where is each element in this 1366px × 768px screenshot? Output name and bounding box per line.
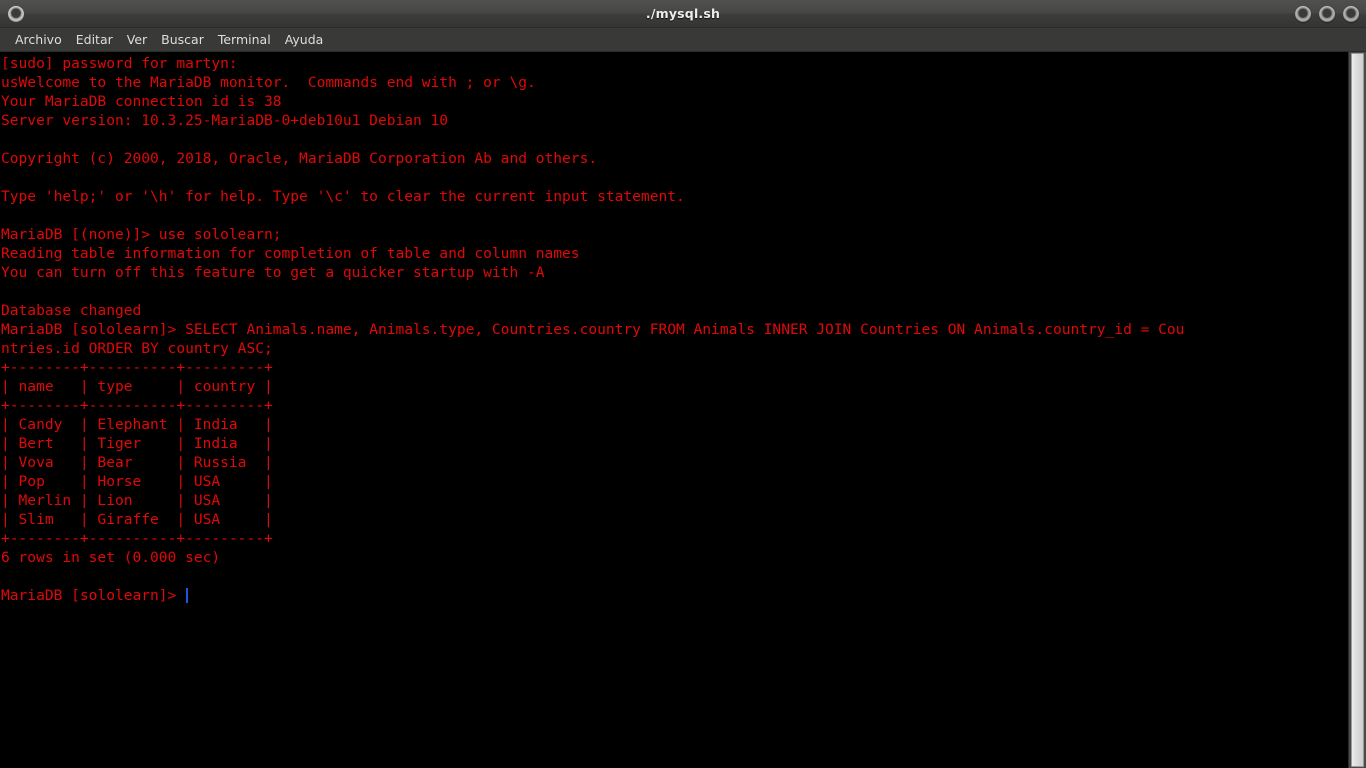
menu-item-terminal[interactable]: Terminal — [211, 30, 278, 49]
maximize-button[interactable] — [1319, 6, 1335, 22]
scrollbar-thumb[interactable] — [1351, 53, 1364, 767]
terminal-line: | Vova | Bear | Russia | — [1, 454, 273, 471]
menu-item-editar[interactable]: Editar — [69, 30, 120, 49]
terminal-line: +--------+----------+---------+ — [1, 397, 273, 414]
terminal-line: MariaDB [(none)]> use sololearn; — [1, 226, 282, 243]
terminal-body: [sudo] password for martyn: usWelcome to … — [0, 52, 1366, 768]
terminal-icon — [8, 6, 24, 22]
terminal-line: Your MariaDB connection id is 38 — [1, 93, 282, 110]
menu-item-archivo[interactable]: Archivo — [8, 30, 69, 49]
terminal-line: | Pop | Horse | USA | — [1, 473, 273, 490]
close-button[interactable] — [1343, 6, 1359, 22]
terminal-line: Copyright (c) 2000, 2018, Oracle, MariaD… — [1, 150, 598, 167]
terminal-line: | Merlin | Lion | USA | — [1, 492, 273, 509]
terminal-output[interactable]: [sudo] password for martyn: usWelcome to … — [0, 52, 1348, 768]
terminal-line: | Bert | Tiger | India | — [1, 435, 273, 452]
terminal-line: +--------+----------+---------+ — [1, 359, 273, 376]
terminal-line: You can turn off this feature to get a q… — [1, 264, 545, 281]
terminal-line: Reading table information for completion… — [1, 245, 580, 262]
terminal-line: [sudo] password for martyn: — [1, 55, 238, 72]
menu-bar: Archivo Editar Ver Buscar Terminal Ayuda — [0, 28, 1366, 52]
terminal-line: Database changed — [1, 302, 142, 319]
terminal-line: usWelcome to the MariaDB monitor. Comman… — [1, 74, 536, 91]
terminal-line: | Slim | Giraffe | USA | — [1, 511, 273, 528]
menu-item-ver[interactable]: Ver — [120, 30, 154, 49]
terminal-line: MariaDB [sololearn]> — [1, 586, 1348, 605]
terminal-line: +--------+----------+---------+ — [1, 530, 273, 547]
menu-item-ayuda[interactable]: Ayuda — [278, 30, 331, 49]
terminal-line: ntries.id ORDER BY country ASC; — [1, 340, 273, 357]
window-controls — [1295, 0, 1359, 28]
terminal-line: Type 'help;' or '\h' for help. Type '\c'… — [1, 188, 685, 205]
terminal-line: Server version: 10.3.25-MariaDB-0+deb10u… — [1, 112, 449, 129]
terminal-line: | name | type | country | — [1, 378, 273, 395]
terminal-window: ./mysql.sh Archivo Editar Ver Buscar Ter… — [0, 0, 1366, 768]
menu-item-buscar[interactable]: Buscar — [154, 30, 211, 49]
text-cursor — [186, 588, 189, 603]
terminal-line: 6 rows in set (0.000 sec) — [1, 549, 221, 566]
minimize-button[interactable] — [1295, 6, 1311, 22]
title-bar[interactable]: ./mysql.sh — [0, 0, 1366, 28]
terminal-line: | Candy | Elephant | India | — [1, 416, 273, 433]
window-title: ./mysql.sh — [645, 6, 721, 21]
terminal-line: MariaDB [sololearn]> SELECT Animals.name… — [1, 321, 1185, 338]
terminal-scrollbar[interactable] — [1348, 52, 1366, 768]
